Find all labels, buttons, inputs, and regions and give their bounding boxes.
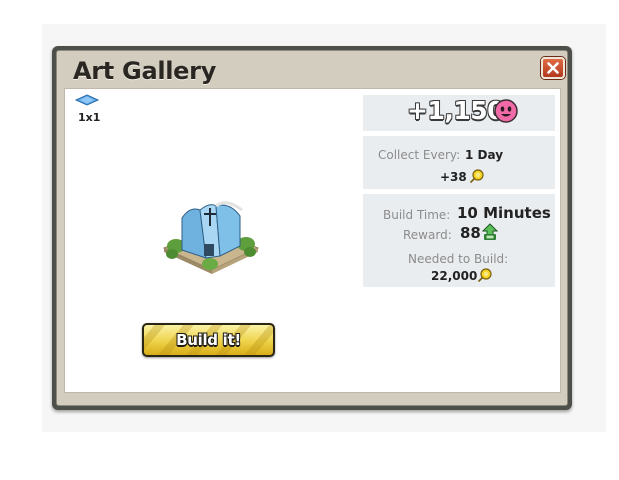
- income-value: +1,150: [407, 96, 505, 125]
- collect-every-value: 1 Day: [465, 148, 504, 162]
- close-x-icon: [547, 62, 559, 74]
- build-time-value: 10 Minutes: [457, 204, 551, 222]
- xp-icon: [482, 223, 498, 240]
- coin-icon: [478, 268, 492, 282]
- tile-icon: [75, 94, 99, 106]
- dialog-title: Art Gallery: [73, 57, 217, 85]
- reward-label: Reward:: [403, 228, 452, 242]
- reward-value: 88: [460, 224, 481, 242]
- build-it-label: Build it!: [176, 331, 241, 349]
- collect-coins-value: +38: [440, 170, 467, 184]
- art-gallery-building-image: [162, 201, 260, 274]
- needed-to-build-label: Needed to Build:: [408, 252, 509, 266]
- needed-to-build-value: 22,000: [431, 269, 478, 283]
- close-button[interactable]: [541, 57, 565, 79]
- build-time-label: Build Time:: [383, 208, 451, 222]
- citizen-icon: [494, 99, 518, 123]
- collect-every-label: Collect Every:: [378, 148, 461, 162]
- size-label: 1x1: [78, 111, 101, 124]
- coin-icon: [470, 169, 484, 183]
- build-it-button[interactable]: Build it!: [142, 323, 275, 357]
